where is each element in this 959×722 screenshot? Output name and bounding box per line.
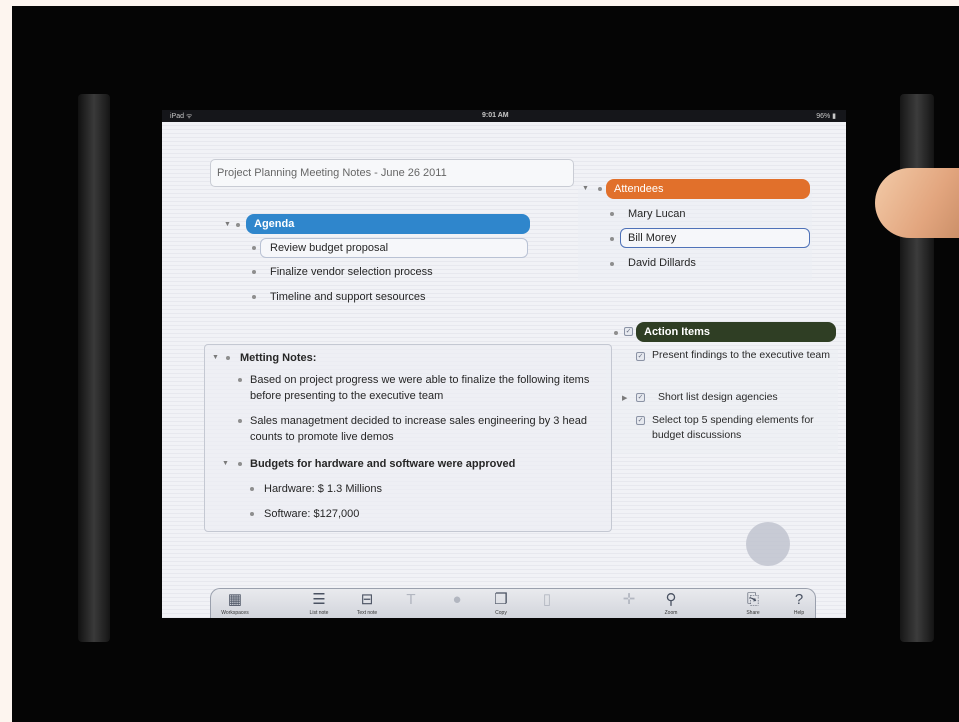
status-bar: iPad ᯤ 9:01 AM 96% ▮ bbox=[162, 110, 846, 122]
budget-item[interactable]: Software: $127,000 bbox=[264, 506, 359, 522]
attendees-heading[interactable]: Attendees bbox=[606, 179, 810, 199]
bullet-icon bbox=[252, 270, 256, 274]
bullet-icon bbox=[610, 237, 614, 241]
bullet-icon bbox=[250, 487, 254, 491]
list-note-button[interactable]: ☰ List note bbox=[299, 591, 339, 618]
copy-icon: ❐ bbox=[494, 591, 508, 608]
bullet-icon bbox=[236, 223, 240, 227]
text-note-label: Text note bbox=[356, 610, 378, 616]
pointing-finger bbox=[875, 168, 959, 238]
ipad-screen: iPad ᯤ 9:01 AM 96% ▮ Project Planning Me… bbox=[162, 110, 846, 618]
text-note-icon: ⊟ bbox=[360, 591, 374, 608]
share-icon: ⎘ bbox=[746, 591, 759, 608]
workspaces-button[interactable]: ▦ Workspaces bbox=[215, 591, 255, 618]
checkbox-checked-icon[interactable]: ✓ bbox=[636, 393, 645, 402]
delete-button[interactable]: ▯ bbox=[527, 591, 567, 618]
checkbox-checked-icon[interactable]: ✓ bbox=[636, 352, 645, 361]
share-button[interactable]: ⎘ Share bbox=[733, 591, 773, 618]
share-label: Share bbox=[746, 610, 760, 616]
collapse-arrow-icon[interactable]: ▼ bbox=[212, 354, 219, 361]
zoom-button[interactable]: ⚲ Zoom bbox=[651, 591, 691, 618]
collapse-arrow-icon[interactable]: ▼ bbox=[222, 460, 229, 467]
checkbox-checked-icon[interactable]: ✓ bbox=[624, 327, 633, 336]
collapse-arrow-icon[interactable]: ▼ bbox=[582, 185, 589, 192]
help-label: Help bbox=[793, 610, 805, 616]
workspaces-label: Workspaces bbox=[221, 610, 249, 616]
bullet-icon bbox=[598, 187, 602, 191]
budgets-heading[interactable]: Budgets for hardware and software were a… bbox=[250, 456, 515, 472]
text-note-button[interactable]: ⊟ Text note bbox=[347, 591, 387, 618]
floating-scroll-knob[interactable] bbox=[746, 522, 790, 566]
color-icon: ● bbox=[452, 591, 462, 608]
bullet-icon bbox=[252, 246, 256, 250]
bullet-icon bbox=[610, 262, 614, 266]
zoom-label: Zoom bbox=[664, 610, 678, 616]
bullet-icon bbox=[252, 295, 256, 299]
action-items-heading[interactable]: Action Items bbox=[636, 322, 836, 342]
action-item[interactable]: Present findings to the executive team bbox=[652, 348, 834, 363]
agenda-item[interactable]: Finalize vendor selection process bbox=[270, 264, 433, 280]
text-format-button[interactable]: T bbox=[391, 591, 431, 618]
agenda-item[interactable]: Timeline and support sesources bbox=[270, 289, 426, 305]
action-item[interactable]: Select top 5 spending elements for budge… bbox=[652, 413, 836, 443]
move-icon: ✛ bbox=[622, 591, 636, 608]
bullet-icon bbox=[238, 419, 242, 423]
help-icon: ? bbox=[794, 591, 804, 608]
meeting-notes-heading[interactable]: Metting Notes: bbox=[240, 350, 316, 366]
bullet-icon bbox=[226, 356, 230, 360]
agenda-heading[interactable]: Agenda bbox=[246, 214, 530, 234]
bullet-icon bbox=[614, 331, 618, 335]
budget-item[interactable]: Hardware: $ 1.3 Millions bbox=[264, 481, 382, 497]
collapse-arrow-icon[interactable]: ▼ bbox=[224, 221, 231, 228]
carrier-label: iPad ᯤ bbox=[170, 113, 193, 120]
zoom-icon: ⚲ bbox=[665, 591, 677, 608]
action-item[interactable]: Short list design agencies bbox=[658, 390, 778, 405]
expand-arrow-icon[interactable]: ▶ bbox=[622, 394, 627, 402]
copy-button[interactable]: ❐ Copy bbox=[481, 591, 521, 618]
video-frame: iPad ᯤ 9:01 AM 96% ▮ Project Planning Me… bbox=[12, 6, 959, 722]
document-title-field[interactable]: Project Planning Meeting Notes - June 26… bbox=[210, 159, 574, 187]
color-button[interactable]: ● bbox=[437, 591, 477, 618]
attendee-item[interactable]: Mary Lucan bbox=[628, 206, 685, 222]
note-paragraph[interactable]: Based on project progress we were able t… bbox=[250, 372, 606, 404]
list-note-label: List note bbox=[309, 610, 329, 616]
trash-icon: ▯ bbox=[542, 591, 552, 608]
bullet-icon bbox=[238, 462, 242, 466]
bullet-icon bbox=[610, 212, 614, 216]
note-paragraph[interactable]: Sales managetment decided to increase sa… bbox=[250, 413, 610, 445]
battery-indicator: 96% ▮ bbox=[816, 113, 836, 120]
move-button[interactable]: ✛ bbox=[609, 591, 649, 618]
bullet-icon bbox=[250, 512, 254, 516]
list-icon: ☰ bbox=[312, 591, 326, 608]
agenda-item[interactable]: Review budget proposal bbox=[270, 240, 388, 256]
font-icon: T bbox=[406, 591, 416, 608]
copy-label: Copy bbox=[495, 610, 507, 616]
ipad-bezel-left bbox=[78, 94, 110, 642]
help-button[interactable]: ? Help bbox=[779, 591, 819, 618]
grid-icon: ▦ bbox=[227, 591, 243, 608]
attendee-item[interactable]: Bill Morey bbox=[628, 230, 676, 246]
bottom-toolbar: ▦ Workspaces ☰ List note ⊟ Text note T ●… bbox=[210, 588, 816, 618]
clock: 9:01 AM bbox=[482, 112, 509, 119]
checkbox-checked-icon[interactable]: ✓ bbox=[636, 416, 645, 425]
attendee-item[interactable]: David Dillards bbox=[628, 255, 696, 271]
bullet-icon bbox=[238, 378, 242, 382]
